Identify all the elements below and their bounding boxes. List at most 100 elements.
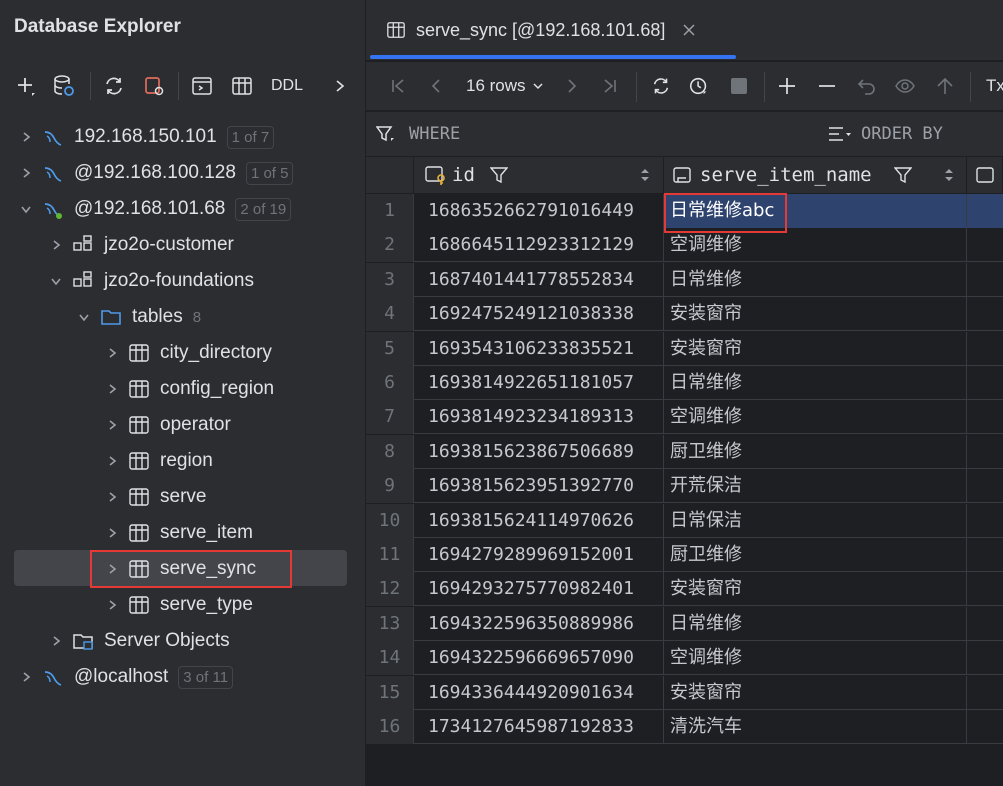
add-row-icon[interactable] [774, 72, 800, 100]
cell-serve-item-name[interactable]: 安装窗帘 [664, 675, 967, 710]
table-row[interactable]: 16 1734127645987192833 清洗汽车 [366, 710, 1003, 744]
disconnect-icon[interactable] [140, 72, 168, 100]
chevron-right-icon[interactable] [104, 417, 120, 433]
chevron-right-icon[interactable] [48, 633, 64, 649]
transaction-mode-button[interactable]: Tx [986, 72, 1003, 100]
tab-serve-sync[interactable]: serve_sync [@192.168.101.68] [366, 0, 736, 60]
tree-item-server-objects[interactable]: Server Objects [0, 623, 413, 659]
chevron-down-icon[interactable] [48, 273, 64, 289]
table-row[interactable]: 2 1686645112923312129 空调维修 [366, 228, 1003, 263]
cell-next-column[interactable] [967, 228, 1003, 262]
next-page-icon[interactable] [562, 72, 582, 100]
cell-id[interactable]: 1692475249121038338 [414, 297, 664, 332]
cell-id[interactable]: 1694322596350889986 [414, 606, 664, 641]
tree-item-datasource-150-101[interactable]: 192.168.150.101 1 of 7 [0, 119, 383, 155]
revert-icon[interactable] [854, 72, 880, 100]
cell-next-column[interactable] [967, 572, 1003, 606]
column-header-id[interactable]: id [414, 157, 664, 193]
cell-id[interactable]: 1694322596669657090 [414, 641, 664, 676]
cell-id[interactable]: 1694293275770982401 [414, 572, 664, 607]
table-row[interactable]: 5 1693543106233835521 安装窗帘 [366, 331, 1003, 366]
table-row[interactable]: 15 1694336444920901634 安装窗帘 [366, 675, 1003, 710]
schema-count-badge[interactable]: 2 of 19 [235, 197, 292, 221]
cell-serve-item-name[interactable]: 日常维修 [664, 366, 967, 400]
cell-id[interactable]: 1687401441778552834 [414, 262, 664, 297]
chevron-right-icon[interactable] [48, 237, 64, 253]
submit-icon[interactable] [932, 72, 958, 100]
chevron-right-icon[interactable] [18, 165, 34, 181]
tree-item-schema-foundations[interactable]: jzo2o-foundations [0, 263, 413, 299]
table-row[interactable]: 14 1694322596669657090 空调维修 [366, 641, 1003, 676]
table-row[interactable]: 6 1693814922651181057 日常维修 [366, 366, 1003, 400]
column-filter-icon[interactable] [894, 166, 912, 184]
cell-serve-item-name[interactable]: 安装窗帘 [664, 297, 967, 332]
cell-serve-item-name[interactable]: 安装窗帘 [664, 572, 967, 607]
cell-next-column[interactable] [967, 676, 1003, 710]
table-row[interactable]: 10 1693815624114970626 日常保洁 [366, 503, 1003, 538]
first-page-icon[interactable] [388, 72, 408, 100]
chevron-right-icon[interactable] [104, 525, 120, 541]
ddl-button[interactable]: DDL [271, 77, 303, 95]
cell-serve-item-name[interactable]: 厨卫维修 [664, 538, 967, 572]
console-icon[interactable] [188, 72, 216, 100]
tree-item-datasource-localhost[interactable]: @localhost 3 of 11 [0, 659, 383, 695]
cell-serve-item-name[interactable]: 空调维修 [664, 228, 967, 263]
table-row[interactable]: 4 1692475249121038338 安装窗帘 [366, 297, 1003, 332]
cell-serve-item-name[interactable]: 日常维修 [664, 262, 967, 297]
where-filter-input[interactable]: WHERE [409, 124, 460, 144]
table-row[interactable]: 13 1694322596350889986 日常维修 [366, 606, 1003, 641]
sort-toggle-icon[interactable] [640, 167, 650, 183]
sort-toggle-icon[interactable] [944, 167, 954, 183]
table-row[interactable]: 9 1693815623951392770 开荒保洁 [366, 469, 1003, 504]
delete-row-icon[interactable] [814, 72, 840, 100]
cell-next-column[interactable] [967, 400, 1003, 434]
cell-id[interactable]: 1693815623867506689 [414, 434, 664, 469]
cell-id[interactable]: 1693815624114970626 [414, 503, 664, 538]
column-header-next[interactable] [967, 157, 1003, 193]
cell-id[interactable]: 1693814923234189313 [414, 400, 664, 435]
cell-next-column[interactable] [967, 504, 1003, 538]
chevron-down-icon[interactable] [18, 201, 34, 217]
table-row[interactable]: 12 1694293275770982401 安装窗帘 [366, 572, 1003, 607]
reload-icon[interactable] [648, 72, 674, 100]
chevron-right-icon[interactable] [18, 129, 34, 145]
tree-item-schema-customer[interactable]: jzo2o-customer [0, 227, 413, 263]
cell-id[interactable]: 1734127645987192833 [414, 710, 664, 744]
cell-next-column[interactable] [967, 469, 1003, 503]
cell-serve-item-name[interactable]: 日常维修 [664, 606, 967, 641]
table-row[interactable]: 3 1687401441778552834 日常维修 [366, 262, 1003, 297]
cell-next-column[interactable] [967, 641, 1003, 675]
tree-item-datasource-101-68[interactable]: @192.168.101.68 2 of 19 [0, 191, 383, 227]
history-icon[interactable] [686, 72, 712, 100]
cell-next-column[interactable] [967, 538, 1003, 572]
cell-next-column[interactable] [967, 607, 1003, 641]
chevron-right-icon[interactable] [326, 72, 354, 100]
cell-next-column[interactable] [967, 263, 1003, 297]
stop-icon[interactable] [726, 72, 752, 100]
cell-id[interactable]: 1686645112923312129 [414, 228, 664, 263]
chevron-right-icon[interactable] [18, 669, 34, 685]
cell-id[interactable]: 1693814922651181057 [414, 366, 664, 400]
table-row[interactable]: 8 1693815623867506689 厨卫维修 [366, 434, 1003, 469]
cell-serve-item-name[interactable]: 开荒保洁 [664, 469, 967, 504]
table-row[interactable]: 7 1693814923234189313 空调维修 [366, 400, 1003, 435]
chevron-right-icon[interactable] [104, 381, 120, 397]
cell-id[interactable]: 1686352662791016449 [414, 194, 664, 228]
chevron-right-icon[interactable] [104, 489, 120, 505]
cell-id[interactable]: 1693815623951392770 [414, 469, 664, 504]
order-by-input[interactable]: ORDER BY [861, 124, 943, 144]
cell-next-column[interactable] [967, 332, 1003, 366]
chevron-down-icon[interactable] [76, 309, 92, 325]
column-filter-icon[interactable] [490, 166, 508, 184]
cell-next-column[interactable] [967, 710, 1003, 744]
cell-id[interactable]: 1694336444920901634 [414, 675, 664, 710]
cell-serve-item-name[interactable]: 空调维修 [664, 400, 967, 435]
cell-next-column[interactable] [967, 366, 1003, 400]
chevron-right-icon[interactable] [104, 345, 120, 361]
column-header-serve-item-name[interactable]: serve_item_name [664, 157, 967, 193]
page-size-dropdown[interactable]: 16 rows [466, 72, 550, 100]
chevron-right-icon[interactable] [104, 597, 120, 613]
cell-next-column[interactable] [967, 435, 1003, 469]
schema-count-badge[interactable]: 1 of 5 [245, 161, 294, 185]
data-source-properties-icon[interactable] [50, 72, 78, 100]
